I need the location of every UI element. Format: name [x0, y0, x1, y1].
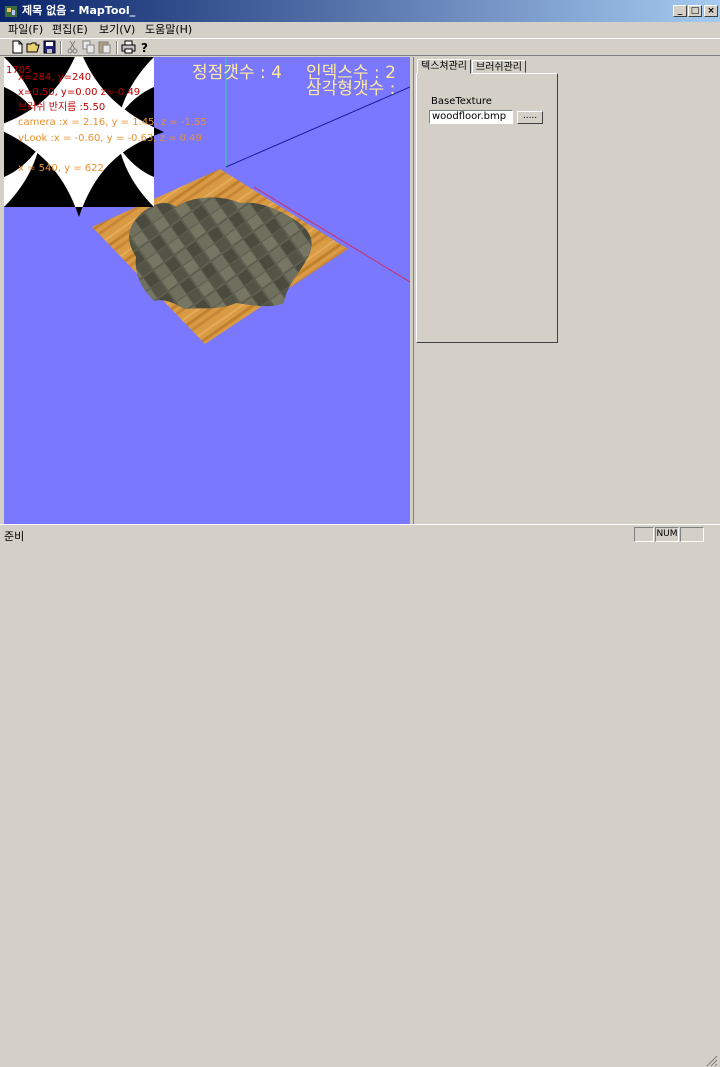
- copy-icon[interactable]: [81, 40, 96, 54]
- menu-view[interactable]: 보기(V): [99, 22, 135, 38]
- status-num-indicator: NUM: [655, 527, 679, 542]
- menu-file[interactable]: 파일(F): [8, 22, 43, 38]
- help-icon[interactable]: ?: [137, 40, 152, 54]
- camera-readout: camera :x = 2.16, y = 1.45, z = -1.55: [18, 117, 207, 128]
- print-icon[interactable]: [121, 40, 136, 54]
- menu-help[interactable]: 도움말(H): [145, 22, 192, 38]
- window-title: 제목 없음 - MapTool_: [22, 4, 136, 17]
- cut-icon[interactable]: [65, 40, 80, 54]
- status-bar: 준비 NUM: [0, 524, 720, 1067]
- 3d-viewport[interactable]: 1705 x=284, y=240 x=0.50, y=0.00 z=-0.49…: [4, 57, 410, 524]
- mouse-window-readout: x = 540, y = 622: [18, 163, 104, 174]
- tab-texture-manager[interactable]: 텍스쳐관리: [417, 59, 471, 74]
- pick-position-readout: x=0.50, y=0.00 z=-0.49: [18, 87, 141, 98]
- texture-file-field[interactable]: woodfloor.bmp: [429, 110, 513, 124]
- texture-panel: 텍스쳐관리 브러쉬관리 BaseTexture woodfloor.bmp ..…: [413, 57, 720, 524]
- brush-radius-readout: 브러쉬 반지름 :5.50: [18, 102, 106, 113]
- status-text: 준비: [4, 530, 25, 543]
- menu-edit[interactable]: 편집(E): [52, 22, 88, 38]
- maximize-button[interactable]: □: [688, 5, 702, 17]
- menu-bar: 파일(F) 편집(E) 보기(V) 도움말(H): [0, 22, 720, 38]
- toolbar: ?: [0, 38, 720, 56]
- app-icon: [5, 6, 17, 17]
- toolbar-separator: [116, 41, 118, 54]
- mouse-screen-readout: x=284, y=240: [18, 72, 92, 83]
- close-button[interactable]: ×: [704, 5, 718, 17]
- open-folder-icon[interactable]: [26, 40, 41, 54]
- new-file-icon[interactable]: [10, 40, 25, 54]
- toolbar-separator: [60, 41, 62, 54]
- status-panel-scroll: [680, 527, 704, 542]
- save-icon[interactable]: [42, 40, 57, 54]
- base-texture-label: BaseTexture: [431, 96, 492, 107]
- triangle-count-readout: 삼각형갯수 :: [306, 79, 396, 99]
- title-bar[interactable]: 제목 없음 - MapTool_ _ □ ×: [0, 0, 720, 22]
- svg-text:?: ?: [141, 41, 148, 54]
- tab-content: BaseTexture woodfloor.bmp .....: [416, 73, 558, 343]
- status-panel-caps: [634, 527, 654, 542]
- browse-texture-button[interactable]: .....: [517, 111, 543, 124]
- paste-icon[interactable]: [97, 40, 112, 54]
- minimize-button[interactable]: _: [673, 5, 687, 17]
- tab-brush-manager[interactable]: 브러쉬관리: [472, 60, 526, 73]
- vlook-readout: vLook :x = -0.60, y = -0.63, z = 0.49: [18, 133, 202, 144]
- resize-grip-icon[interactable]: [706, 1055, 718, 1067]
- vertex-count-readout: 정점갯수 : 4: [192, 63, 282, 83]
